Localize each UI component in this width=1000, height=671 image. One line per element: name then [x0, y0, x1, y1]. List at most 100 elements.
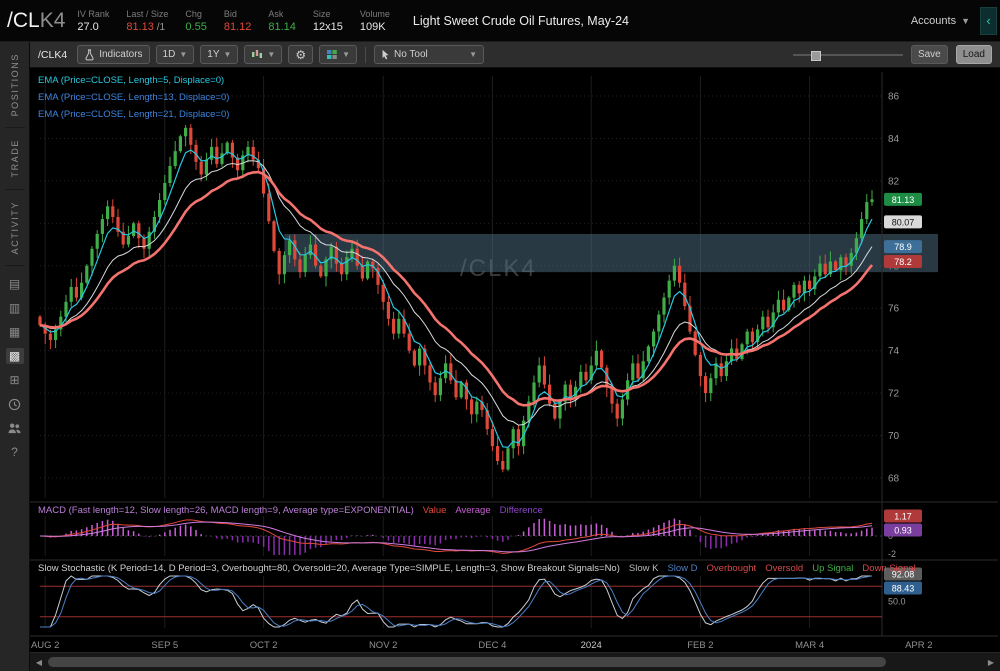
flask-icon [84, 49, 95, 61]
help-icon[interactable]: ? [6, 444, 24, 460]
accounts-dropdown[interactable]: Accounts ▼ [911, 15, 970, 27]
load-label: Load [963, 49, 985, 60]
stat-value: 81.14 [268, 21, 296, 33]
svg-text:80.07: 80.07 [892, 217, 915, 227]
history-icon[interactable] [6, 396, 24, 412]
stat-label: Ask [268, 9, 296, 19]
svg-text:84: 84 [888, 134, 900, 145]
stat-value: 12x15 [313, 21, 343, 33]
sidebar-tab-positions[interactable]: POSITIONS [10, 42, 20, 127]
charts-icon[interactable]: ▩ [6, 348, 24, 364]
tool-label: No Tool [394, 49, 428, 60]
community-icon[interactable] [6, 420, 24, 436]
stat-label: Volume [360, 9, 390, 19]
chevron-down-icon: ▼ [179, 50, 187, 59]
quote-stat: Last / Size 81.13 /1 [126, 9, 168, 33]
aggregation-dropdown[interactable]: 1D▼ [156, 45, 195, 64]
stat-label: Size [313, 9, 343, 19]
grid-layout-icon [326, 49, 338, 60]
svg-text:76: 76 [888, 304, 900, 315]
stat-label: Bid [224, 9, 252, 19]
time-scrollbar[interactable]: ◀ ▶ [30, 652, 1000, 671]
price-chart-canvas[interactable]: 86848280787674727068/CLK481.1380.0778.97… [30, 68, 1000, 652]
watchlist-icon[interactable]: ▤ [6, 276, 24, 292]
quote-stat: Chg 0.55 [185, 9, 206, 33]
chart-settings-button[interactable]: ⚙ [288, 45, 313, 64]
symbol-root: /CL [7, 9, 40, 32]
svg-text:70: 70 [888, 431, 900, 442]
stat-value: 109K [360, 21, 390, 33]
svg-text:68: 68 [888, 473, 900, 484]
range-value: 1Y [207, 49, 219, 60]
stat-value: 27.0 [77, 21, 109, 33]
stat-label: Chg [185, 9, 206, 19]
quote-stat: IV Rank27.0 [77, 9, 109, 33]
svg-text:78.2: 78.2 [894, 257, 912, 267]
collapse-panel-button[interactable]: ‹ [980, 7, 997, 35]
zoom-slider-track [793, 54, 903, 56]
load-button[interactable]: Load [956, 45, 992, 64]
stat-value: 81.13 /1 [126, 21, 168, 33]
stat-value: 0.55 [185, 21, 206, 33]
cursor-icon [381, 49, 390, 60]
scrollbar-handle[interactable] [48, 657, 886, 667]
chevron-down-icon: ▼ [224, 50, 232, 59]
drawing-tool-dropdown[interactable]: No Tool ▼ [374, 45, 484, 64]
toolbar-separator [365, 47, 366, 63]
zoom-slider[interactable] [793, 48, 903, 62]
sidebar-tab-trade[interactable]: TRADE [10, 128, 20, 189]
trading-app-window: /CLK4 IV Rank27.0 Last / Size 81.13 /1 Chg 0… [0, 0, 1000, 671]
svg-text:92.08: 92.08 [892, 570, 915, 580]
svg-text:2024: 2024 [581, 640, 602, 651]
quote-stat: Volume 109K [360, 9, 390, 33]
accounts-label: Accounts [911, 15, 956, 27]
stat-label: Last / Size [126, 9, 168, 19]
indicators-button[interactable]: Indicators [77, 45, 149, 64]
left-sidebar: POSITIONS TRADE ACTIVITY ▤ ▥ ▦ ▩ ⊞? [0, 42, 30, 671]
svg-text:0.93: 0.93 [894, 526, 912, 536]
save-label: Save [918, 49, 941, 60]
svg-text:NOV 2: NOV 2 [369, 640, 398, 651]
scroll-left-icon[interactable]: ◀ [32, 655, 46, 669]
chart-grid-dropdown[interactable]: ▼ [319, 45, 357, 64]
toolbar-symbol: /CLK4 [38, 49, 67, 61]
quote-stat: Bid 81.12 [224, 9, 252, 33]
symbol-title: /CLK4 [0, 9, 77, 33]
svg-text:DEC 4: DEC 4 [478, 640, 506, 651]
indicators-label: Indicators [99, 49, 142, 60]
svg-text:81.13: 81.13 [892, 195, 915, 205]
quote-header: /CLK4 IV Rank27.0 Last / Size 81.13 /1 Chg 0… [0, 0, 1000, 42]
zoom-slider-handle[interactable] [811, 51, 821, 61]
calendar-icon[interactable]: ▦ [6, 324, 24, 340]
save-button[interactable]: Save [911, 45, 948, 64]
chevron-down-icon: ▼ [267, 50, 275, 59]
svg-text:78.9: 78.9 [894, 242, 912, 252]
svg-text:1.17: 1.17 [894, 512, 912, 522]
sidebar-tab-activity[interactable]: ACTIVITY [10, 190, 20, 265]
sidebar-divider [5, 265, 25, 266]
quote-stat: Size 12x15 [313, 9, 343, 33]
stat-value: 81.12 [224, 21, 252, 33]
chart-toolbar: /CLK4 Indicators 1D▼ 1Y▼ ▼ ⚙ ▼ No Tool ▼… [30, 42, 1000, 68]
svg-text:88.43: 88.43 [892, 584, 915, 594]
quote-stats: IV Rank27.0 Last / Size 81.13 /1 Chg 0.55 Bid… [77, 9, 407, 33]
scroll-right-icon[interactable]: ▶ [984, 655, 998, 669]
widgets-icon[interactable]: ⊞ [6, 372, 24, 388]
chevron-down-icon: ▼ [342, 50, 350, 59]
svg-text:86: 86 [888, 92, 900, 103]
svg-text:-2: -2 [888, 549, 896, 559]
svg-text:MAR 4: MAR 4 [795, 640, 824, 651]
orders-icon[interactable]: ▥ [6, 300, 24, 316]
quote-stat: Ask 81.14 [268, 9, 296, 33]
instrument-title: Light Sweet Crude Oil Futures, May-24 [413, 14, 629, 28]
range-dropdown[interactable]: 1Y ▼ [200, 45, 238, 64]
svg-text:FEB 2: FEB 2 [687, 640, 713, 651]
candlestick-series [38, 124, 873, 472]
sidebar-icon-column: ▤ ▥ ▦ ▩ ⊞? [6, 276, 24, 460]
aggregation-value: 1D [163, 49, 176, 60]
chevron-down-icon: ▼ [961, 16, 970, 26]
candlestick-style-icon [251, 49, 263, 60]
chart-style-dropdown[interactable]: ▼ [244, 45, 282, 64]
chart-panel: 86848280787674727068/CLK481.1380.0778.97… [30, 68, 1000, 652]
svg-text:50.0: 50.0 [888, 597, 906, 607]
